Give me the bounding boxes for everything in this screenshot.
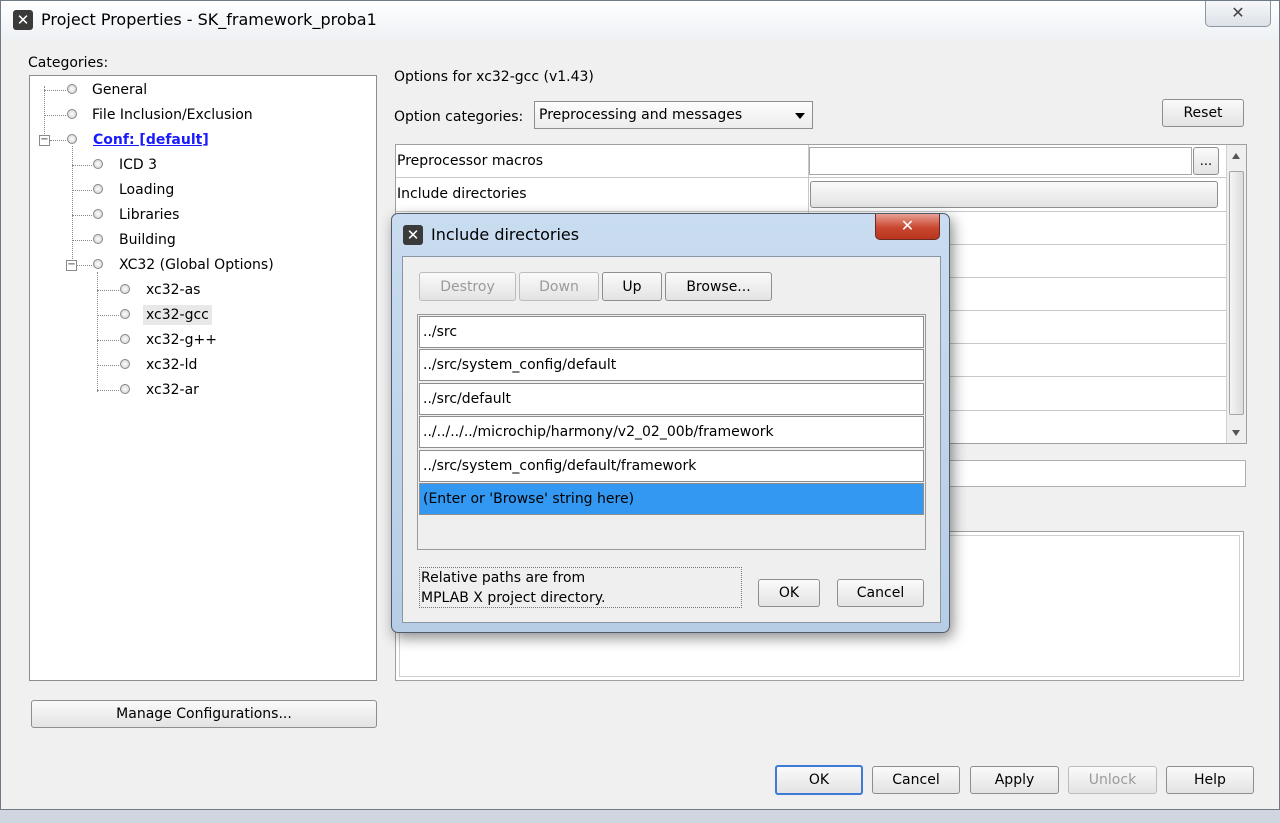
list-item[interactable]: ../src: [419, 316, 924, 348]
option-categories-select[interactable]: Preprocessing and messages: [534, 101, 813, 129]
tree-item-icd3[interactable]: ICD 3: [119, 155, 157, 175]
tree-item-xc32-ld[interactable]: xc32-ld: [146, 355, 197, 375]
tree-item-conf-default[interactable]: Conf: [default]: [93, 130, 209, 150]
browse-button[interactable]: Browse...: [665, 272, 772, 301]
tree-item-file-inclusion[interactable]: File Inclusion/Exclusion: [92, 105, 253, 125]
destroy-button[interactable]: Destroy: [419, 272, 516, 301]
options-header: Options for xc32-gcc (v1.43): [394, 69, 594, 85]
property-name: Preprocessor macros: [397, 153, 544, 169]
node-icon: [67, 84, 77, 94]
chevron-down-icon: [795, 113, 805, 119]
tree-guide-line: [72, 240, 92, 241]
dialog-cancel-button[interactable]: Cancel: [837, 579, 924, 607]
manage-configurations-button[interactable]: Manage Configurations...: [31, 700, 377, 728]
node-icon: [120, 334, 130, 344]
help-button[interactable]: Help: [1166, 766, 1254, 794]
cancel-button[interactable]: Cancel: [872, 766, 960, 794]
note-line: Relative paths are from: [421, 570, 586, 586]
include-directories-edit-button[interactable]: [810, 181, 1218, 208]
app-icon: ✕: [13, 10, 33, 30]
node-icon: [93, 159, 103, 169]
preprocessor-macros-field[interactable]: [809, 147, 1192, 175]
option-text-field[interactable]: [941, 460, 1246, 487]
tree-guide-line: [77, 265, 92, 266]
table-row: Include directories: [396, 178, 1226, 212]
list-item[interactable]: ../src/default: [419, 383, 924, 415]
node-icon: [93, 209, 103, 219]
title-bar: ✕ Project Properties - SK_framework_prob…: [1, 1, 1279, 39]
dialog-body: Destroy Down Up Browse... ../src ../src/…: [402, 256, 941, 623]
node-icon: [93, 184, 103, 194]
close-window-button[interactable]: ✕: [1205, 1, 1271, 27]
apply-button[interactable]: Apply: [970, 766, 1059, 794]
app-icon: ✕: [403, 225, 423, 245]
tree-guide-line: [97, 290, 119, 291]
tree-guide-line: [72, 165, 92, 166]
scrollbar-thumb[interactable]: [1229, 171, 1244, 415]
list-item[interactable]: ../src/system_config/default: [419, 349, 924, 381]
reset-button[interactable]: Reset: [1162, 99, 1244, 127]
dialog-title: Include directories: [431, 225, 580, 244]
node-icon: [67, 109, 77, 119]
close-icon: ✕: [1231, 3, 1245, 22]
include-directories-dialog: ✕ Include directories ✕ Destroy Down Up …: [391, 213, 950, 633]
property-name: Include directories: [397, 186, 527, 202]
tree-guide-line: [50, 140, 66, 141]
tree-guide-line: [72, 190, 92, 191]
node-icon: [120, 384, 130, 394]
node-icon: [120, 284, 130, 294]
list-item[interactable]: ../src/system_config/default/framework: [419, 450, 924, 482]
close-dialog-button[interactable]: ✕: [875, 214, 940, 240]
node-icon: [120, 309, 130, 319]
option-categories-value: Preprocessing and messages: [539, 107, 743, 123]
unlock-button[interactable]: Unlock: [1068, 766, 1157, 794]
relative-paths-note: Relative paths are from MPLAB X project …: [419, 567, 742, 608]
edit-macros-button[interactable]: ...: [1193, 147, 1219, 175]
node-icon: [67, 134, 77, 144]
tree-guide-line: [97, 315, 119, 316]
options-scrollbar[interactable]: [1226, 145, 1246, 443]
categories-tree: − − General File Inclusion/Exclusion Con…: [29, 75, 377, 681]
tree-guide-line: [97, 340, 119, 341]
tree-guide-line: [97, 390, 119, 391]
collapse-toggle-icon[interactable]: −: [39, 135, 50, 146]
tree-guide-line: [44, 90, 66, 91]
tree-item-loading[interactable]: Loading: [119, 180, 174, 200]
move-up-button[interactable]: Up: [602, 272, 662, 301]
table-row: Preprocessor macros ...: [396, 145, 1226, 178]
collapse-toggle-icon[interactable]: −: [66, 260, 77, 271]
tree-item-general[interactable]: General: [92, 80, 147, 100]
categories-label: Categories:: [28, 55, 109, 71]
window-title: Project Properties - SK_framework_proba1: [41, 10, 377, 29]
dialog-ok-button[interactable]: OK: [758, 579, 820, 607]
tree-item-xc32-gpp[interactable]: xc32-g++: [146, 330, 217, 350]
node-icon: [93, 234, 103, 244]
tree-item-xc32-as[interactable]: xc32-as: [146, 280, 200, 300]
tree-item-libraries[interactable]: Libraries: [119, 205, 179, 225]
scroll-up-icon[interactable]: [1232, 153, 1240, 159]
tree-item-xc32-ar[interactable]: xc32-ar: [146, 380, 199, 400]
option-categories-label: Option categories:: [394, 109, 524, 125]
tree-guide-line: [44, 115, 66, 116]
scroll-down-icon[interactable]: [1232, 430, 1240, 436]
note-line: MPLAB X project directory.: [421, 590, 606, 606]
tree-item-xc32-global[interactable]: XC32 (Global Options): [119, 255, 274, 275]
list-item[interactable]: ../../../../microchip/harmony/v2_02_00b/…: [419, 416, 924, 448]
tree-guide-line: [72, 215, 92, 216]
tree-item-xc32-gcc[interactable]: xc32-gcc: [143, 305, 212, 325]
node-icon: [93, 259, 103, 269]
ok-button[interactable]: OK: [775, 765, 863, 795]
tree-item-building[interactable]: Building: [119, 230, 176, 250]
move-down-button[interactable]: Down: [519, 272, 599, 301]
close-icon: ✕: [900, 216, 915, 235]
tree-guide-line: [97, 365, 119, 366]
node-icon: [120, 359, 130, 369]
new-entry-input[interactable]: (Enter or 'Browse' string here): [419, 483, 924, 515]
